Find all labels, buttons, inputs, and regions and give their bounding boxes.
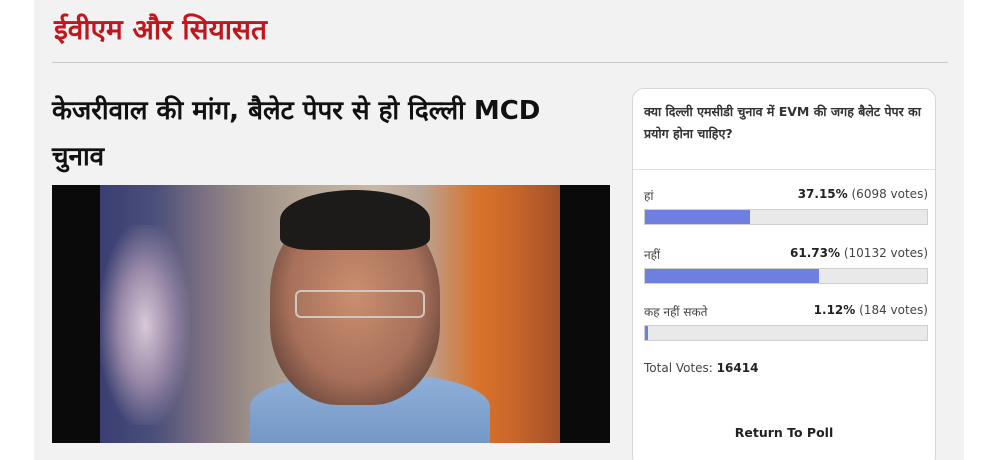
section-divider <box>52 62 948 63</box>
section-title[interactable]: ईवीएम और सियासत <box>54 10 267 48</box>
poll-result-bar <box>644 209 928 225</box>
article-photo <box>100 185 560 443</box>
poll-option: कह नहीं सकते 1.12% (184 votes) <box>644 303 928 347</box>
poll-option-label: कह नहीं सकते <box>644 305 708 319</box>
poll-option-percent: 61.73% <box>790 246 841 260</box>
poll-result-bar-fill <box>645 210 750 224</box>
poll-option-votes: (6098 votes) <box>851 187 929 201</box>
photo-background-blur <box>100 225 190 425</box>
poll-option-votes: (10132 votes) <box>843 246 928 260</box>
return-to-poll-button[interactable]: Return To Poll <box>633 425 935 440</box>
photo-glasses <box>295 290 425 318</box>
poll-option-percent: 1.12% <box>813 303 856 317</box>
page-content: ईवीएम और सियासत केजरीवाल की मांग, बैलेट … <box>34 0 964 460</box>
article-image[interactable] <box>52 185 610 443</box>
poll-widget: क्या दिल्ली एमसीडी चुनाव में EVM की जगह … <box>632 88 936 460</box>
poll-option-label: हां <box>644 189 654 203</box>
poll-option-votes: (184 votes) <box>859 303 928 317</box>
poll-result-bar <box>644 268 928 284</box>
poll-option-label: नहीं <box>644 248 661 262</box>
poll-result-bar-fill <box>645 269 820 283</box>
poll-total-votes: Total Votes: 16414 <box>644 361 758 375</box>
poll-result-bar-fill <box>645 326 649 340</box>
poll-total-label: Total Votes: <box>644 361 713 375</box>
photo-hair <box>280 190 430 250</box>
poll-option: नहीं 61.73% (10132 votes) <box>644 246 928 290</box>
poll-option-stats: 1.12% (184 votes) <box>814 303 928 317</box>
poll-option: हां 37.15% (6098 votes) <box>644 187 928 231</box>
poll-option-stats: 61.73% (10132 votes) <box>790 246 928 260</box>
poll-question: क्या दिल्ली एमसीडी चुनाव में EVM की जगह … <box>644 104 921 141</box>
poll-divider <box>633 169 935 170</box>
poll-option-percent: 37.15% <box>797 187 848 201</box>
poll-result-bar <box>644 325 928 341</box>
poll-option-stats: 37.15% (6098 votes) <box>798 187 928 201</box>
poll-total-value: 16414 <box>716 361 759 375</box>
article-headline[interactable]: केजरीवाल की मांग, बैलेट पेपर से हो दिल्ल… <box>52 88 572 180</box>
